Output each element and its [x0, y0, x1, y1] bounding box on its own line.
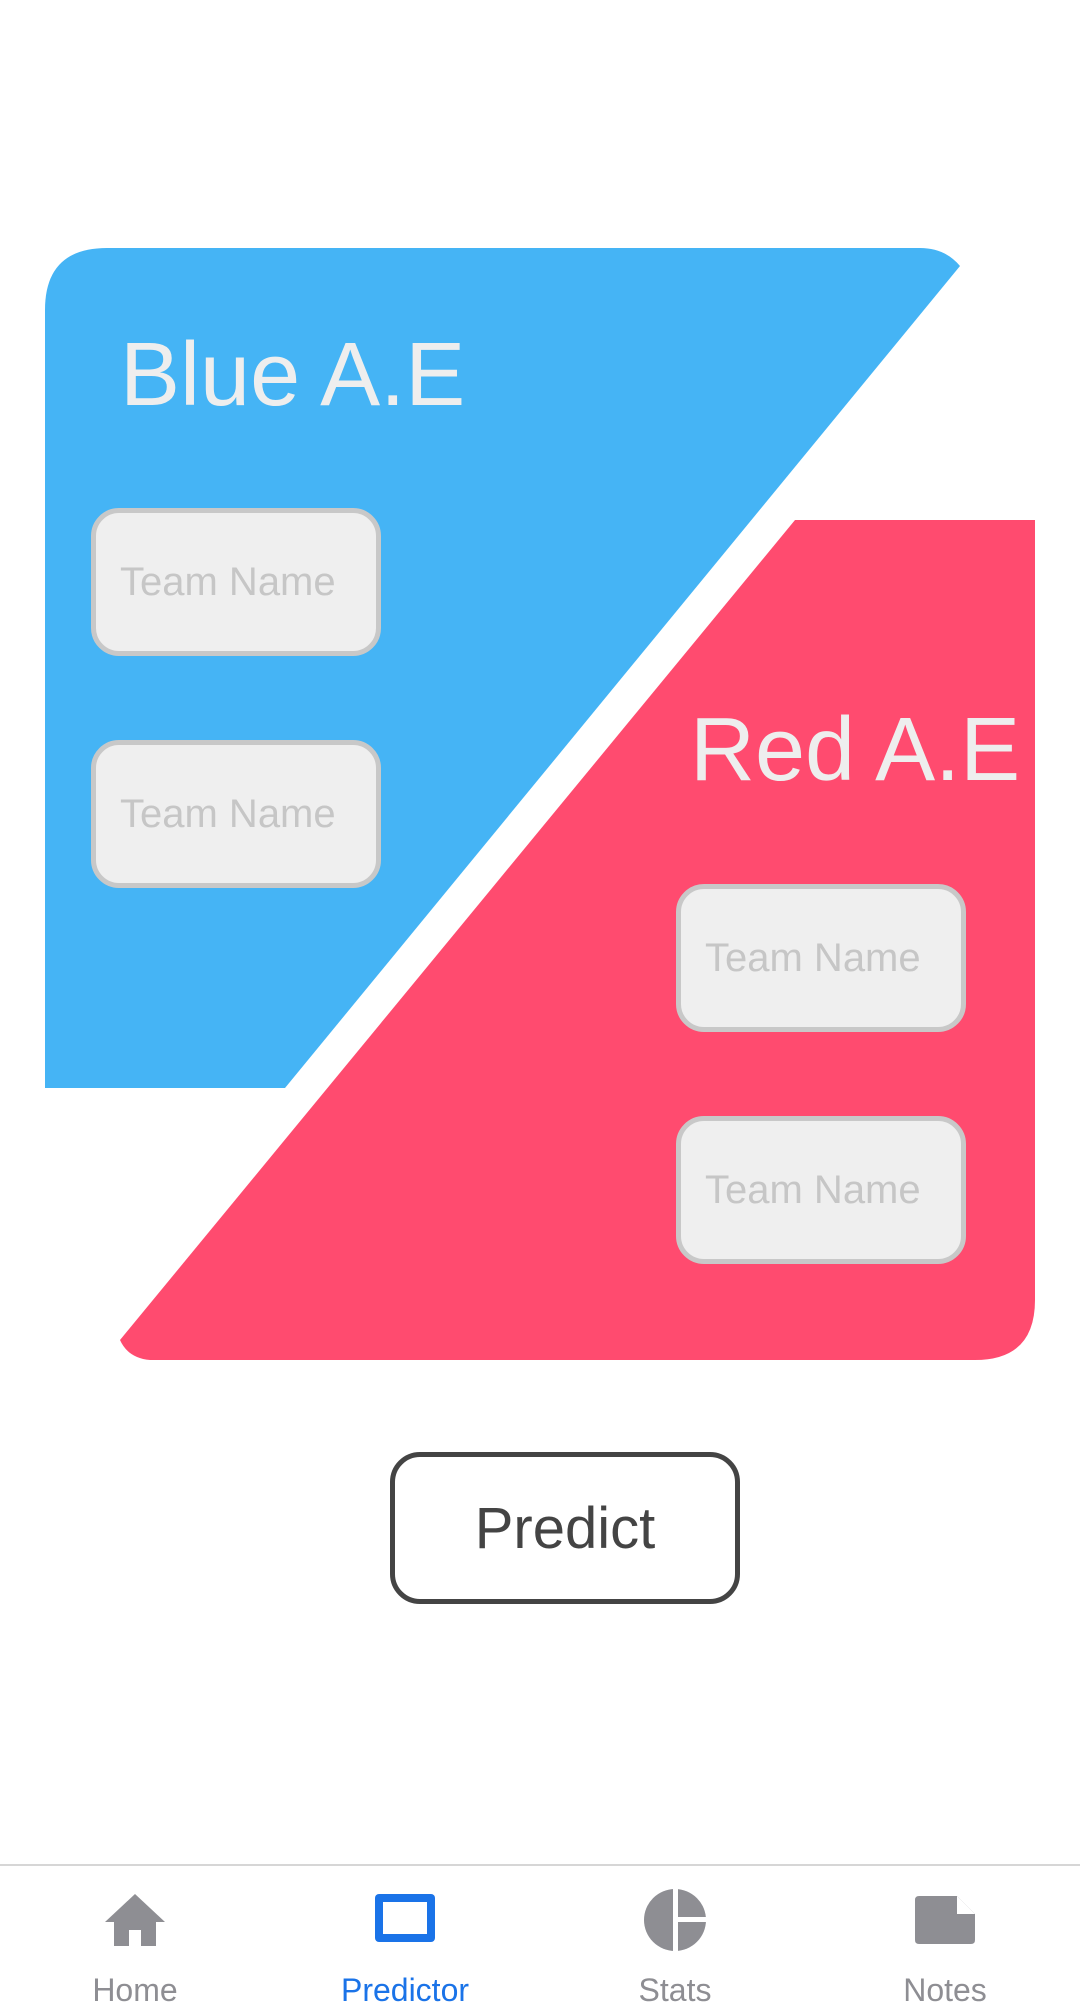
tab-home-label: Home [92, 1972, 178, 2008]
note-icon [915, 1896, 975, 1944]
blue-team-name-input-2[interactable] [91, 740, 381, 888]
red-team-name-input-2[interactable] [676, 1116, 966, 1264]
red-team-title: Red A.E [690, 700, 1021, 800]
tab-stats-label: Stats [638, 1972, 712, 2008]
bottom-tab-bar: Home Predictor Stats Notes [0, 1864, 1080, 2013]
tab-predictor-label: Predictor [340, 1972, 470, 2008]
pie-chart-icon [644, 1886, 709, 1954]
blue-team-title: Blue A.E [120, 325, 466, 425]
blue-team-name-input-1[interactable] [91, 508, 381, 656]
square-outline-icon [375, 1894, 435, 1942]
home-icon [105, 1894, 165, 1946]
tab-predictor[interactable]: Predictor [270, 1866, 540, 2013]
predict-button[interactable]: Predict [390, 1452, 740, 1604]
red-team-name-input-1[interactable] [676, 884, 966, 1032]
tab-notes-label: Notes [903, 1972, 987, 2008]
tab-home[interactable]: Home [0, 1866, 270, 2013]
tab-stats[interactable]: Stats [540, 1866, 810, 2013]
tab-notes[interactable]: Notes [810, 1866, 1080, 2013]
